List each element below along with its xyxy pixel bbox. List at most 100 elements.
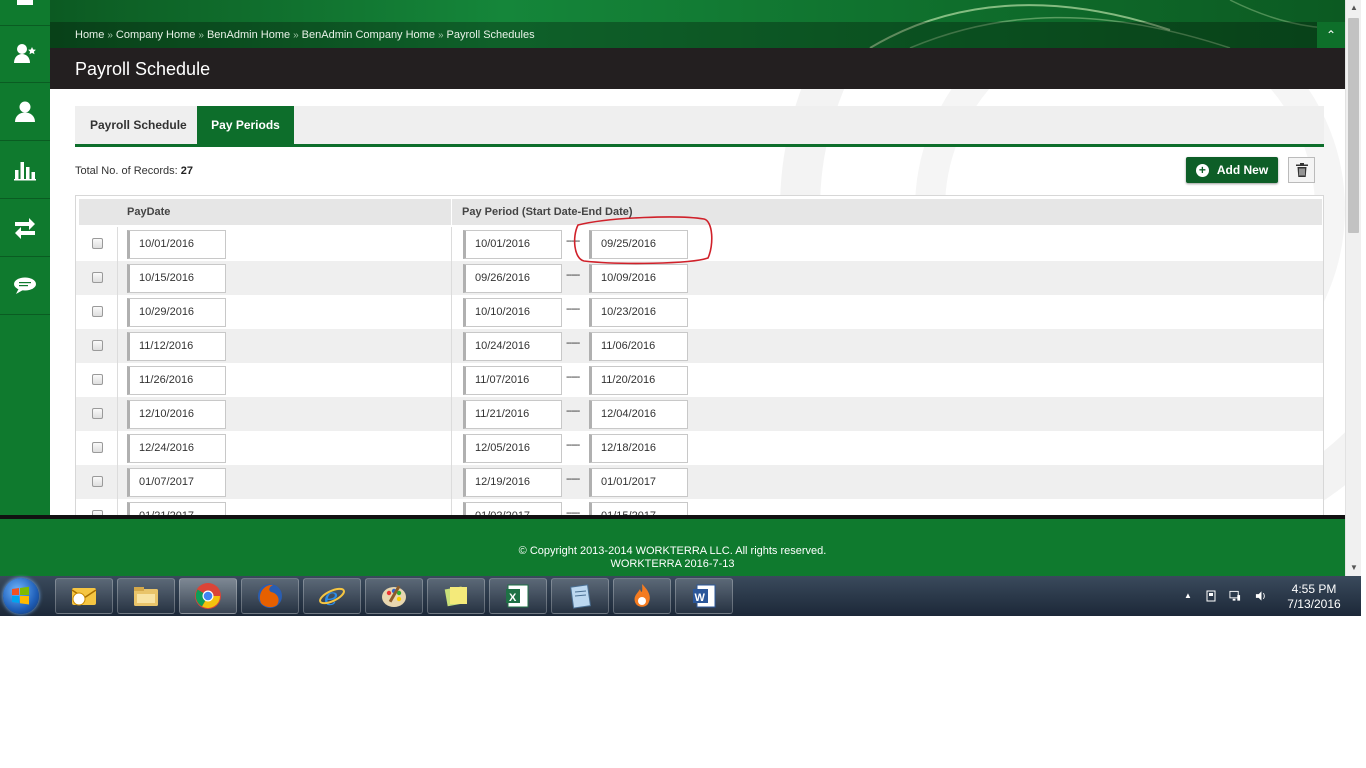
end-date-field[interactable]: 11/06/2016	[589, 332, 688, 361]
pay-date-field[interactable]: 11/12/2016	[127, 332, 226, 361]
start-date-field[interactable]: 12/19/2016	[463, 468, 562, 497]
pay-date-field[interactable]: 01/07/2017	[127, 468, 226, 497]
end-date-field[interactable]: 11/20/2016	[589, 366, 688, 395]
date-range-separator: -----	[566, 337, 580, 349]
pay-date-field[interactable]: 11/26/2016	[127, 366, 226, 395]
breadcrumb-company-home[interactable]: Company Home	[116, 29, 195, 41]
folder-icon	[134, 587, 158, 606]
footer-copyright: © Copyright 2013-2014 WORKTERRA LLC. All…	[518, 545, 827, 557]
transfer-arrows-icon	[15, 217, 35, 239]
row-checkbox[interactable]	[92, 306, 103, 317]
row-checkbox[interactable]	[92, 238, 103, 249]
taskbar-chrome[interactable]	[179, 578, 237, 614]
pay-date-field[interactable]: 12/10/2016	[127, 400, 226, 429]
end-date-field[interactable]: 01/15/2017	[589, 502, 688, 515]
end-date-field[interactable]: 12/04/2016	[589, 400, 688, 429]
records-value: 27	[180, 165, 194, 177]
sidebar-item-transfer[interactable]	[0, 199, 50, 257]
pay-date-field[interactable]: 10/01/2016	[127, 230, 226, 259]
breadcrumb-home[interactable]: Home	[75, 29, 104, 41]
end-date-field[interactable]: 10/09/2016	[589, 264, 688, 293]
row-checkbox[interactable]	[92, 374, 103, 385]
row-checkbox[interactable]	[92, 272, 103, 283]
start-date-field[interactable]: 11/07/2016	[463, 366, 562, 395]
device-icon[interactable]	[1205, 590, 1217, 602]
clock-date: 7/13/2016	[1287, 597, 1341, 611]
excel-icon: X	[506, 584, 529, 608]
table-row: 11/12/2016 10/24/2016 ----- 11/06/2016	[76, 329, 1323, 363]
tab-payroll-schedule[interactable]: Payroll Schedule	[75, 106, 202, 144]
clock[interactable]: 4:55 PM 7/13/2016	[1282, 582, 1346, 612]
network-icon[interactable]	[1229, 590, 1241, 602]
end-date-field[interactable]: 10/23/2016	[589, 298, 688, 327]
footer: © Copyright 2013-2014 WORKTERRA LLC. All…	[0, 519, 1345, 576]
start-date-field[interactable]: 10/10/2016	[463, 298, 562, 327]
taskbar-notepad[interactable]	[551, 578, 609, 614]
pay-date-field[interactable]: 01/21/2017	[127, 502, 226, 515]
row-checkbox[interactable]	[92, 476, 103, 487]
chrome-icon	[195, 583, 221, 609]
user-icon	[15, 101, 35, 122]
taskbar-excel[interactable]: X	[489, 578, 547, 614]
breadcrumb-separator: »	[198, 30, 204, 41]
scroll-down-arrow[interactable]: ▼	[1346, 560, 1361, 576]
user-star-icon	[14, 43, 36, 63]
breadcrumb-benadmin-home[interactable]: BenAdmin Home	[207, 29, 290, 41]
taskbar-sticky-notes[interactable]	[427, 578, 485, 614]
notepad-icon	[570, 584, 592, 609]
start-date-field[interactable]: 01/02/2017	[463, 502, 562, 515]
row-checkbox[interactable]	[92, 340, 103, 351]
sidebar-item-employees[interactable]	[0, 83, 50, 141]
start-button[interactable]	[3, 578, 39, 614]
breadcrumb: Home» Company Home» BenAdmin Home» BenAdmin…	[75, 29, 535, 41]
records-count: Total No. of Records: 27	[75, 165, 193, 177]
tab-pay-periods[interactable]: Pay Periods	[197, 106, 294, 144]
collapse-header-button[interactable]: ⌃	[1317, 22, 1345, 48]
taskbar-word[interactable]: W	[675, 578, 733, 614]
delete-button[interactable]	[1288, 157, 1315, 183]
pay-date-field[interactable]: 10/29/2016	[127, 298, 226, 327]
page-scrollbar[interactable]: ▲ ▼	[1345, 0, 1361, 576]
breadcrumb-separator: »	[437, 30, 444, 41]
sidebar-item-reports[interactable]	[0, 141, 50, 199]
chevron-up-icon: ⌃	[1325, 28, 1337, 42]
bar-chart-icon	[14, 161, 36, 180]
sidebar-item-favorites[interactable]	[0, 25, 50, 83]
sidebar-item-modules[interactable]	[0, 0, 50, 26]
start-date-field[interactable]: 10/24/2016	[463, 332, 562, 361]
start-date-field[interactable]: 10/01/2016	[463, 230, 562, 259]
taskbar-outlook[interactable]	[55, 578, 113, 614]
row-checkbox[interactable]	[92, 408, 103, 419]
show-hidden-icons-button[interactable]: ▲	[1182, 590, 1194, 602]
scrollbar-thumb[interactable]	[1348, 18, 1359, 233]
start-date-field[interactable]: 11/21/2016	[463, 400, 562, 429]
start-date-field[interactable]: 09/26/2016	[463, 264, 562, 293]
pay-date-field[interactable]: 10/15/2016	[127, 264, 226, 293]
taskbar-explorer[interactable]	[117, 578, 175, 614]
sidebar	[0, 0, 50, 515]
taskbar-app-flame[interactable]	[613, 578, 671, 614]
column-header-select	[79, 199, 117, 225]
end-date-field[interactable]: 12/18/2016	[589, 434, 688, 463]
pay-date-field[interactable]: 12/24/2016	[127, 434, 226, 463]
firefox-icon	[258, 584, 282, 608]
trash-icon	[1295, 163, 1308, 177]
sidebar-item-messages[interactable]	[0, 257, 50, 315]
scroll-up-arrow[interactable]: ▲	[1346, 0, 1361, 16]
browser-page: Home» Company Home» BenAdmin Home» BenAdmin…	[0, 0, 1361, 576]
row-checkbox[interactable]	[92, 442, 103, 453]
taskbar-firefox[interactable]	[241, 578, 299, 614]
taskbar-internet-explorer[interactable]: e	[303, 578, 361, 614]
taskbar-paint[interactable]	[365, 578, 423, 614]
date-range-separator: -----	[566, 303, 580, 315]
annotation-circle	[573, 216, 713, 265]
header-banner: Home» Company Home» BenAdmin Home» BenAdmin…	[50, 0, 1345, 48]
word-icon: W	[693, 584, 716, 608]
tab-bar: Payroll Schedule Pay Periods	[75, 106, 1324, 147]
add-new-label: Add New	[1216, 163, 1269, 177]
volume-icon[interactable]	[1255, 590, 1267, 602]
breadcrumb-benadmin-company-home[interactable]: BenAdmin Company Home	[302, 29, 435, 41]
start-date-field[interactable]: 12/05/2016	[463, 434, 562, 463]
add-new-button[interactable]: + Add New	[1186, 157, 1278, 183]
end-date-field[interactable]: 01/01/2017	[589, 468, 688, 497]
